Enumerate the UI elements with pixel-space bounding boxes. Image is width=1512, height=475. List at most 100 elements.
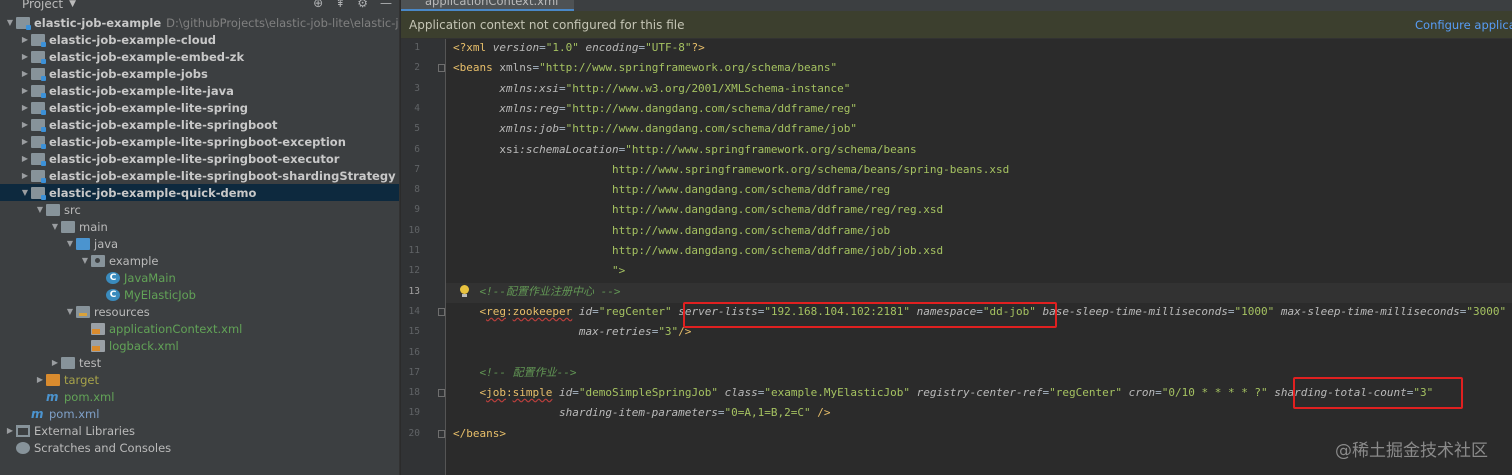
- tree-item[interactable]: C MyElasticJob: [0, 286, 399, 303]
- folder-icon: [61, 220, 75, 233]
- tree-item[interactable]: m pom.xml: [0, 405, 399, 422]
- code-token: http://www.dangdang.com/schema/ddframe/j…: [453, 223, 891, 237]
- tree-item[interactable]: ▶ elastic-job-example-embed-zk: [0, 48, 399, 65]
- code-line[interactable]: xmlns:job="http://www.dangdang.com/schem…: [453, 119, 857, 139]
- collapse-arrow-icon[interactable]: ▶: [19, 35, 31, 44]
- tree-item-label: java: [94, 236, 119, 251]
- expand-arrow-icon[interactable]: ▼: [64, 239, 76, 248]
- tree-item[interactable]: ▶ elastic-job-example-lite-springboot-exc…: [0, 133, 399, 150]
- tree-item[interactable]: ▼ main: [0, 218, 399, 235]
- tree-item[interactable]: ▶ elastic-job-example-lite-springboot-exe…: [0, 150, 399, 167]
- code-token: =: [539, 41, 546, 54]
- code-line[interactable]: max-retries="3"/>: [453, 322, 692, 342]
- tree-item[interactable]: logback.xml: [0, 337, 399, 354]
- code-line[interactable]: <job:simple id="demoSimpleSpringJob" cla…: [453, 383, 1433, 403]
- tree-item[interactable]: ▶ elastic-job-example-lite-java: [0, 82, 399, 99]
- expand-arrow-icon[interactable]: ▼: [49, 222, 61, 231]
- tree-item[interactable]: ▶ target: [0, 371, 399, 388]
- expand-arrow-icon[interactable]: ▼: [79, 256, 91, 265]
- tree-item[interactable]: ▼ src: [0, 201, 399, 218]
- code-line[interactable]: http://www.dangdang.com/schema/ddframe/j…: [453, 221, 890, 241]
- code-line[interactable]: sharding-item-parameters="0=A,1=B,2=C" /…: [453, 403, 831, 423]
- collapse-arrow-icon[interactable]: ▶: [4, 426, 16, 435]
- collapse-arrow-icon[interactable]: ▶: [34, 375, 46, 384]
- tab-applicationContext-xml[interactable]: applicationContext.xml: [401, 0, 575, 11]
- code-line[interactable]: xmlns:xsi="http://www.w3.org/2001/XMLSch…: [453, 79, 850, 99]
- code-line[interactable]: <beans xmlns="http://www.springframework…: [453, 58, 837, 78]
- code-token: :reg: [532, 101, 559, 115]
- module-icon: [31, 101, 46, 115]
- tree-item-label: MyElasticJob: [124, 287, 196, 302]
- code-line[interactable]: </beans>: [453, 424, 506, 444]
- tree-item[interactable]: ▶ test: [0, 354, 399, 371]
- fold-marker-icon[interactable]: [438, 389, 445, 398]
- code-token: job: [486, 386, 506, 400]
- fold-marker-icon[interactable]: [438, 429, 445, 438]
- collapse-arrow-icon[interactable]: ▶: [19, 154, 31, 163]
- code-line[interactable]: http://www.springframework.org/schema/be…: [453, 160, 1009, 180]
- code-token: =: [558, 81, 566, 95]
- tree-item[interactable]: m pom.xml: [0, 388, 399, 405]
- tree-item[interactable]: ▼ resources: [0, 303, 399, 320]
- code-line[interactable]: <!-- 配置作业-->: [453, 363, 576, 383]
- tree-item[interactable]: ▶ elastic-job-example-jobs: [0, 65, 399, 82]
- code-line[interactable]: http://www.dangdang.com/schema/ddframe/j…: [453, 241, 943, 261]
- tree-item[interactable]: Scratches and Consoles: [0, 439, 399, 456]
- tree-item[interactable]: ▶ External Libraries: [0, 422, 399, 439]
- collapse-arrow-icon[interactable]: ▶: [19, 120, 31, 129]
- code-line[interactable]: <?xml version="1.0" encoding="UTF-8"?>: [453, 38, 705, 58]
- code-token: xsi: [453, 142, 520, 156]
- code-token: "http://www.springframework.org/schema/b…: [625, 142, 917, 156]
- tree-item[interactable]: ▼ example: [0, 252, 399, 269]
- collapse-arrow-icon[interactable]: ▶: [19, 103, 31, 112]
- line-number: 2: [414, 62, 420, 74]
- tree-item[interactable]: ▶ elastic-job-example-lite-springboot: [0, 116, 399, 133]
- code-token: "1000": [1234, 304, 1275, 318]
- fold-marker-icon[interactable]: [438, 307, 445, 316]
- tree-item[interactable]: C JavaMain: [0, 269, 399, 286]
- expand-arrow-icon[interactable]: ▼: [4, 18, 16, 27]
- tree-item-label: JavaMain: [124, 270, 176, 285]
- tree-item[interactable]: applicationContext.xml: [0, 320, 399, 337]
- code-token: ?>: [691, 41, 705, 54]
- code-line[interactable]: ">: [453, 261, 625, 281]
- expand-arrow-icon[interactable]: ▼: [64, 307, 76, 316]
- expand-arrow-icon[interactable]: ▼: [19, 188, 31, 197]
- gear-icon[interactable]: ⚙: [357, 0, 368, 10]
- collapse-arrow-icon[interactable]: ▶: [19, 86, 31, 95]
- collapse-arrow-icon[interactable]: ▶: [19, 137, 31, 146]
- code-token: =: [592, 304, 599, 318]
- collapse-arrow-icon[interactable]: ▶: [19, 69, 31, 78]
- collapse-arrow-icon[interactable]: ▶: [49, 358, 61, 367]
- collapse-all-icon[interactable]: ⇞: [335, 0, 345, 10]
- tree-item[interactable]: ▶ elastic-job-example-cloud: [0, 31, 399, 48]
- line-number: 8: [414, 184, 420, 196]
- chevron-down-icon[interactable]: ▼: [69, 0, 76, 9]
- collapse-arrow-icon[interactable]: ▶: [19, 171, 31, 180]
- code-line[interactable]: <!--配置作业注册中心 -->: [453, 282, 620, 302]
- tree-item[interactable]: ▶ elastic-job-example-lite-spring: [0, 99, 399, 116]
- module-icon: [31, 84, 46, 98]
- line-number: 7: [414, 163, 420, 175]
- locate-icon[interactable]: ⊕: [313, 0, 323, 10]
- code-token: "0/10 * * * * ?": [1161, 386, 1268, 400]
- tree-item[interactable]: ▼ java: [0, 235, 399, 252]
- tree-item[interactable]: ▶ elastic-job-example-lite-springboot-sha…: [0, 167, 399, 184]
- line-number: 14: [408, 305, 420, 317]
- code-line[interactable]: xmlns:reg="http://www.dangdang.com/schem…: [453, 99, 857, 119]
- code-line[interactable]: http://www.dangdang.com/schema/ddframe/r…: [453, 180, 890, 200]
- code-token: xmlns: [453, 101, 533, 115]
- tree-item[interactable]: ▼ elastic-job-example-quick-demo: [0, 184, 399, 201]
- tree-item-label: elastic-job-example-lite-springboot-exec…: [49, 151, 340, 166]
- tree-item[interactable]: ▼ elastic-job-example D:\githubProjects\el…: [0, 14, 399, 31]
- code-line[interactable]: http://www.dangdang.com/schema/ddframe/r…: [453, 200, 943, 220]
- hide-icon[interactable]: —: [380, 0, 392, 10]
- code-token: "regCenter": [1049, 386, 1122, 400]
- tree-item-label: Scratches and Consoles: [34, 440, 172, 455]
- project-panel-title[interactable]: Project: [22, 0, 63, 11]
- code-line[interactable]: xsi:schemaLocation="http://www.springfra…: [453, 140, 917, 160]
- expand-arrow-icon[interactable]: ▼: [34, 205, 46, 214]
- fold-marker-icon[interactable]: [438, 64, 445, 73]
- configure-application-context-link[interactable]: Configure application context: [1415, 18, 1512, 32]
- collapse-arrow-icon[interactable]: ▶: [19, 52, 31, 61]
